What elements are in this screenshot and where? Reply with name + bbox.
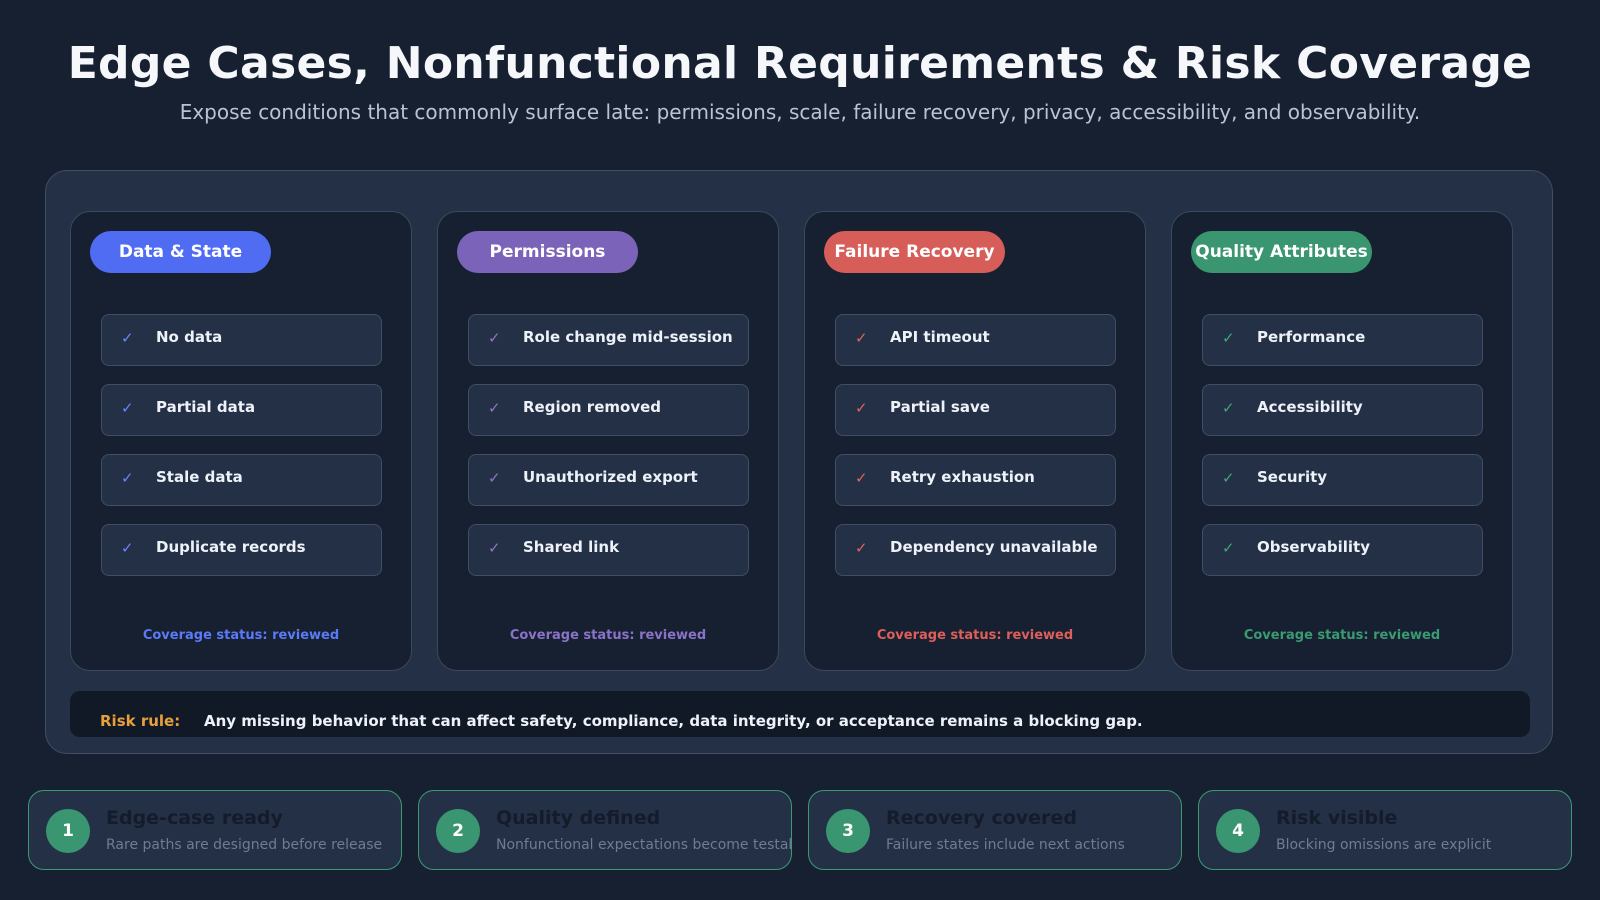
check-icon: ✓ [855, 539, 868, 557]
checklist-item-label: Unauthorized export [523, 468, 698, 486]
checklist-item-label: Observability [1257, 538, 1370, 556]
checklist-item-label: Security [1257, 468, 1328, 486]
checklist-item: ✓ Unauthorized export [468, 454, 749, 506]
checklist-item-label: Duplicate records [156, 538, 306, 556]
checklist-item: ✓ Retry exhaustion [835, 454, 1116, 506]
coverage-status: Coverage status: reviewed [509, 628, 707, 643]
checklist-item-label: Dependency unavailable [890, 538, 1098, 556]
checklist-item-label: No data [156, 328, 223, 346]
check-icon: ✓ [121, 469, 134, 487]
checklist-item: ✓ Accessibility [1202, 384, 1483, 436]
check-icon: ✓ [1222, 469, 1235, 487]
checklist-item-label: Stale data [156, 468, 243, 486]
checklist-item: ✓ Shared link [468, 524, 749, 576]
risk-rule-label: Risk rule: [100, 712, 181, 730]
checklist-item: ✓ API timeout [835, 314, 1116, 366]
step-description: Failure states include next actions [886, 837, 1125, 853]
checklist-item-label: Partial save [890, 398, 990, 416]
step-description: Rare paths are designed before release [106, 837, 383, 853]
step-title: Edge-case ready [106, 807, 283, 829]
check-icon: ✓ [121, 539, 134, 557]
checklist-item: ✓ Performance [1202, 314, 1483, 366]
coverage-status: Coverage status: reviewed [142, 628, 340, 643]
checklist-item-label: Region removed [523, 398, 662, 416]
checklist-item: ✓ Partial save [835, 384, 1116, 436]
check-icon: ✓ [855, 329, 868, 347]
checklist-item-label: Retry exhaustion [890, 468, 1035, 486]
step-number-badge: 1 [46, 809, 90, 853]
coverage-status: Coverage status: reviewed [876, 628, 1074, 643]
step-title: Risk visible [1276, 807, 1398, 829]
risk-rule-text: Any missing behavior that can affect saf… [204, 712, 1143, 730]
page-title: Edge Cases, Nonfunctional Requirements &… [67, 38, 1533, 89]
column-data-state: Data & State ✓ No data ✓ Partial data ✓ … [70, 211, 412, 671]
checklist-item: ✓ Partial data [101, 384, 382, 436]
category-pill: Quality Attributes [1191, 231, 1372, 273]
category-pill: Failure Recovery [824, 231, 1005, 273]
checklist-item: ✓ Dependency unavailable [835, 524, 1116, 576]
step-title: Quality defined [496, 807, 661, 829]
category-pill: Permissions [457, 231, 638, 273]
checklist-item-label: API timeout [890, 328, 990, 346]
checklist-item-label: Accessibility [1257, 398, 1363, 416]
step-number-badge: 2 [436, 809, 480, 853]
checklist-item: ✓ Role change mid-session [468, 314, 749, 366]
check-icon: ✓ [488, 329, 501, 347]
checklist-item: ✓ Security [1202, 454, 1483, 506]
category-pill: Data & State [90, 231, 271, 273]
step-title: Recovery covered [886, 807, 1077, 829]
checklist-item: ✓ Duplicate records [101, 524, 382, 576]
checklist-item-label: Partial data [156, 398, 256, 416]
step-card: 2 Quality defined Nonfunctional expectat… [418, 790, 792, 870]
coverage-status: Coverage status: reviewed [1243, 628, 1441, 643]
column-permissions: Permissions ✓ Role change mid-session ✓ … [437, 211, 779, 671]
check-icon: ✓ [488, 399, 501, 417]
checklist-item: ✓ Stale data [101, 454, 382, 506]
checklist-item: ✓ No data [101, 314, 382, 366]
risk-rule-bar: Risk rule: Any missing behavior that can… [70, 691, 1530, 737]
checklist-item-label: Shared link [523, 538, 620, 556]
check-icon: ✓ [488, 469, 501, 487]
check-icon: ✓ [1222, 539, 1235, 557]
checklist-item-label: Role change mid-session [523, 328, 733, 346]
checklist-item: ✓ Observability [1202, 524, 1483, 576]
check-icon: ✓ [1222, 399, 1235, 417]
coverage-panel: Data & State ✓ No data ✓ Partial data ✓ … [45, 170, 1553, 754]
step-description: Blocking omissions are explicit [1276, 837, 1492, 853]
page-subtitle: Expose conditions that commonly surface … [179, 100, 1421, 124]
step-description: Nonfunctional expectations become testab… [496, 837, 792, 853]
check-icon: ✓ [855, 399, 868, 417]
check-icon: ✓ [121, 329, 134, 347]
column-quality-attributes: Quality Attributes ✓ Performance ✓ Acces… [1171, 211, 1513, 671]
step-card: 1 Edge-case ready Rare paths are designe… [28, 790, 402, 870]
check-icon: ✓ [488, 539, 501, 557]
column-failure-recovery: Failure Recovery ✓ API timeout ✓ Partial… [804, 211, 1146, 671]
check-icon: ✓ [121, 399, 134, 417]
check-icon: ✓ [1222, 329, 1235, 347]
step-number-badge: 3 [826, 809, 870, 853]
step-number-badge: 4 [1216, 809, 1260, 853]
step-card: 4 Risk visible Blocking omissions are ex… [1198, 790, 1572, 870]
checklist-item-label: Performance [1257, 328, 1366, 346]
step-card: 3 Recovery covered Failure states includ… [808, 790, 1182, 870]
checklist-item: ✓ Region removed [468, 384, 749, 436]
check-icon: ✓ [855, 469, 868, 487]
